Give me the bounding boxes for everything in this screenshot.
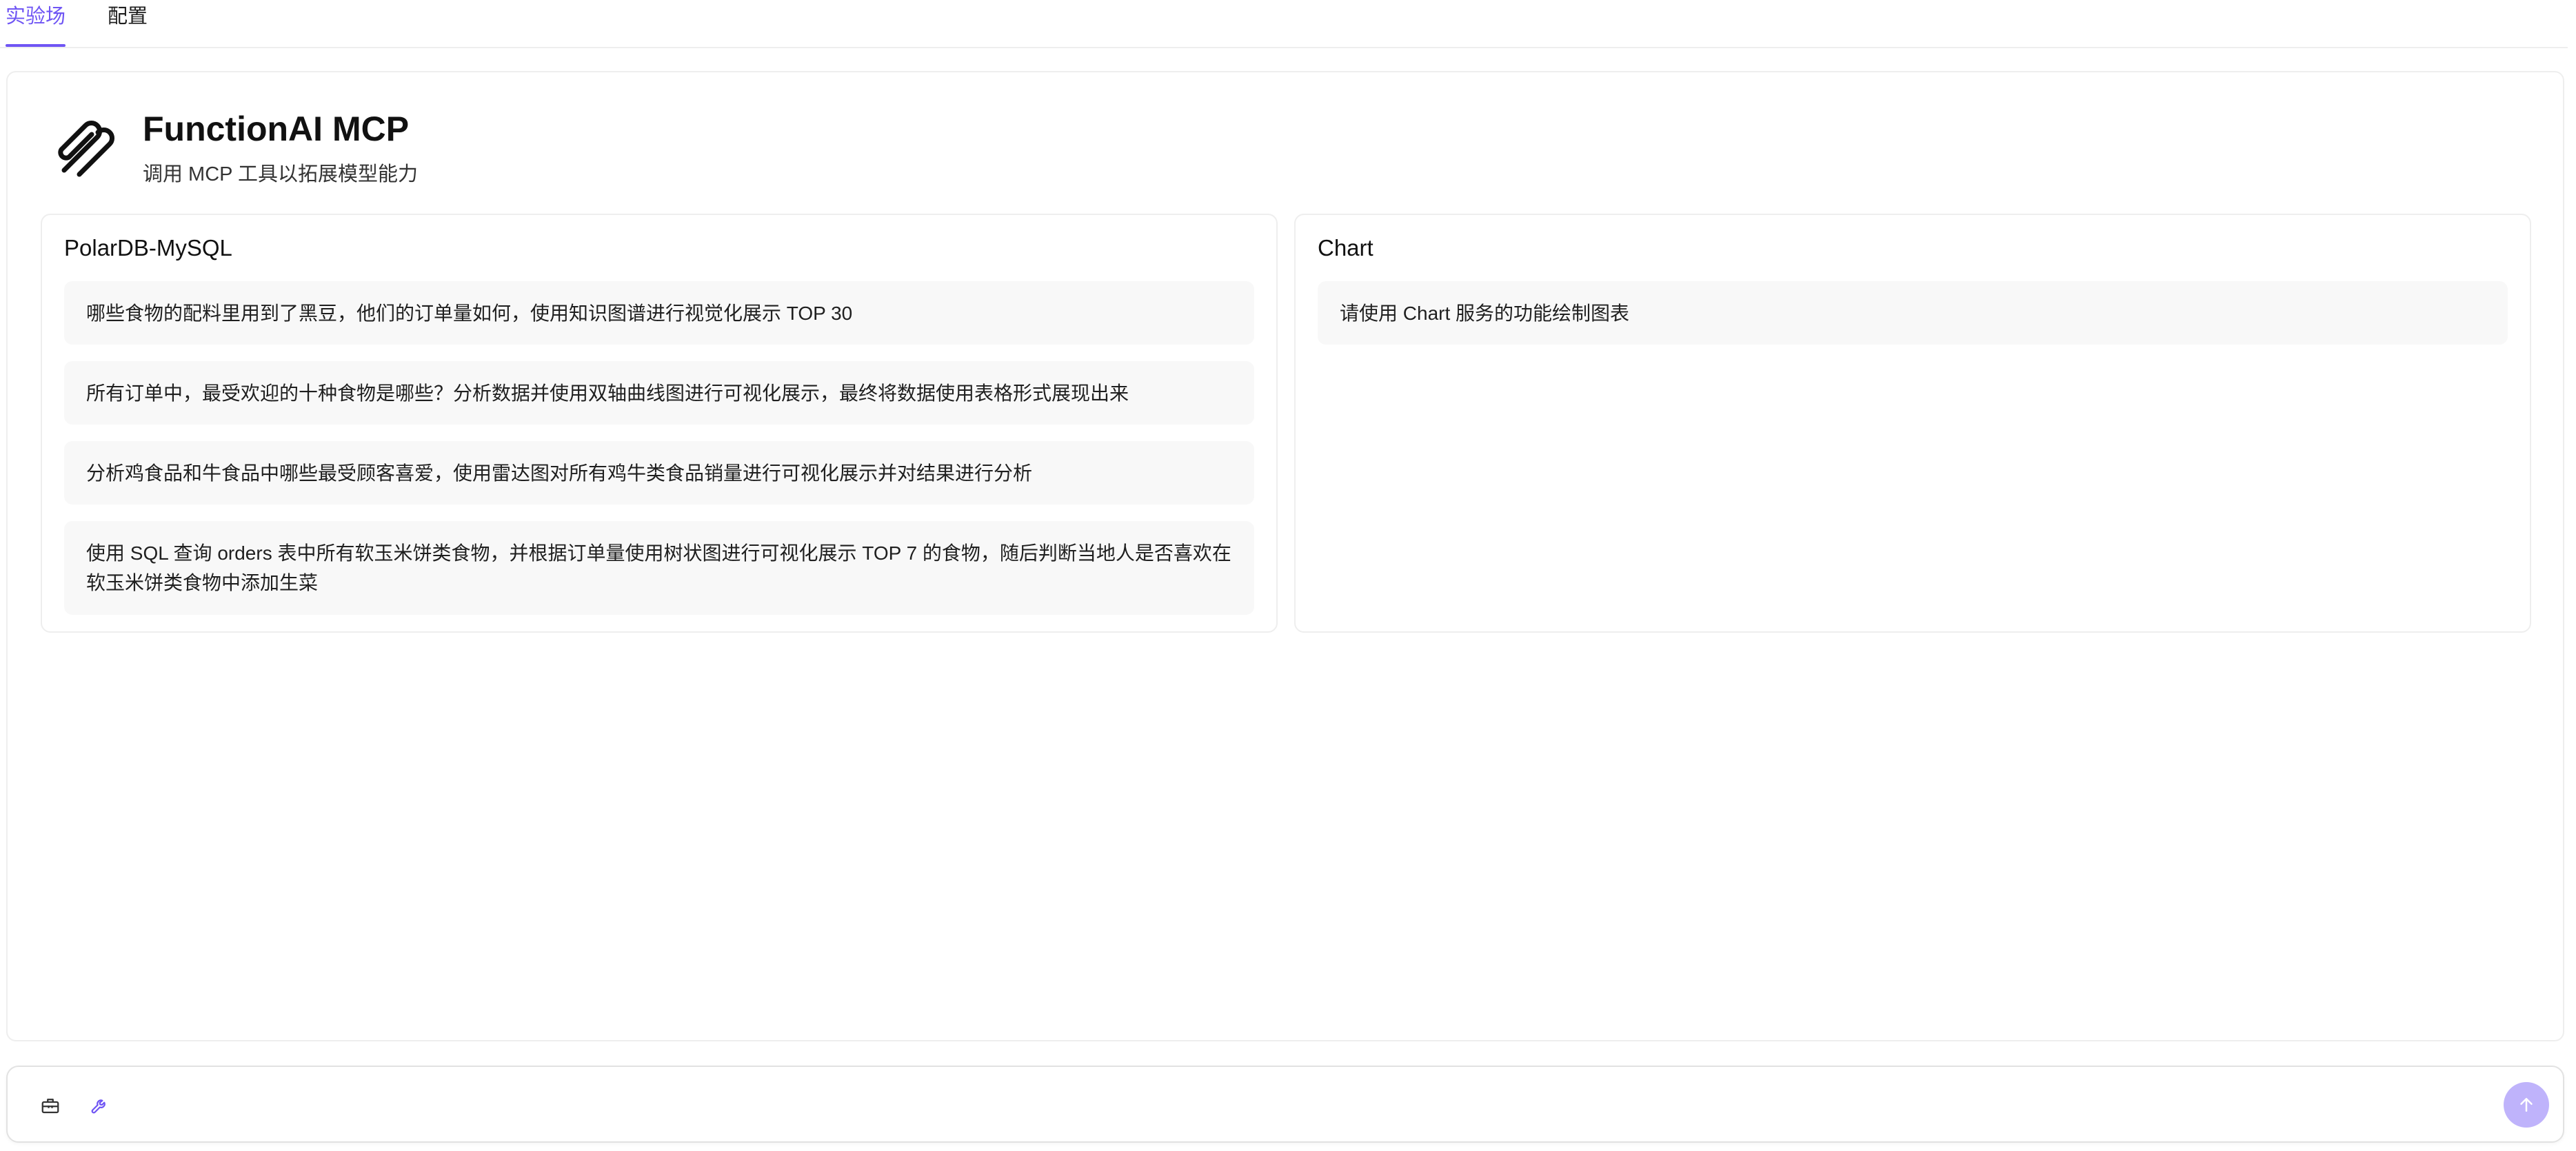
mcp-card-chart: Chart 请使用 Chart 服务的功能绘制图表 <box>1294 214 2531 633</box>
prompt-suggestion[interactable]: 哪些食物的配料里用到了黑豆，他们的订单量如何，使用知识图谱进行视觉化展示 TOP… <box>64 281 1254 345</box>
toolbox-button[interactable] <box>37 1092 64 1119</box>
prompt-suggestion[interactable]: 分析鸡食品和牛食品中哪些最受顾客喜爱，使用雷达图对所有鸡牛类食品销量进行可视化展… <box>64 441 1254 505</box>
tab-playground[interactable]: 实验场 <box>6 3 66 47</box>
main-panel: FunctionAI MCP 调用 MCP 工具以拓展模型能力 PolarDB-… <box>6 71 2564 1041</box>
app-subtitle: 调用 MCP 工具以拓展模型能力 <box>143 163 419 185</box>
prompt-suggestion[interactable]: 使用 SQL 查询 orders 表中所有软玉米饼类食物，并根据订单量使用树状图… <box>64 521 1254 615</box>
card-title: PolarDB-MySQL <box>64 235 232 261</box>
prompt-suggestion[interactable]: 所有订单中，最受欢迎的十种食物是哪些？分析数据并使用双轴曲线图进行可视化展示，最… <box>64 361 1254 425</box>
send-button[interactable] <box>2504 1082 2549 1128</box>
tab-config[interactable]: 配置 <box>108 3 148 30</box>
mcp-card-polardb: PolarDB-MySQL 哪些食物的配料里用到了黑豆，他们的订单量如何，使用知… <box>41 214 1278 633</box>
app-title: FunctionAI MCP <box>143 110 410 148</box>
paperclip-icon <box>58 121 114 177</box>
toolbox-icon <box>41 1099 59 1114</box>
tab-bar: 实验场 配置 <box>0 0 2568 48</box>
arrow-up-icon <box>2520 1098 2533 1112</box>
card-title: Chart <box>1318 235 1373 261</box>
prompt-suggestion[interactable]: 请使用 Chart 服务的功能绘制图表 <box>1318 281 2508 345</box>
chat-input[interactable] <box>104 1088 2476 1123</box>
chat-input-bar <box>6 1066 2564 1143</box>
